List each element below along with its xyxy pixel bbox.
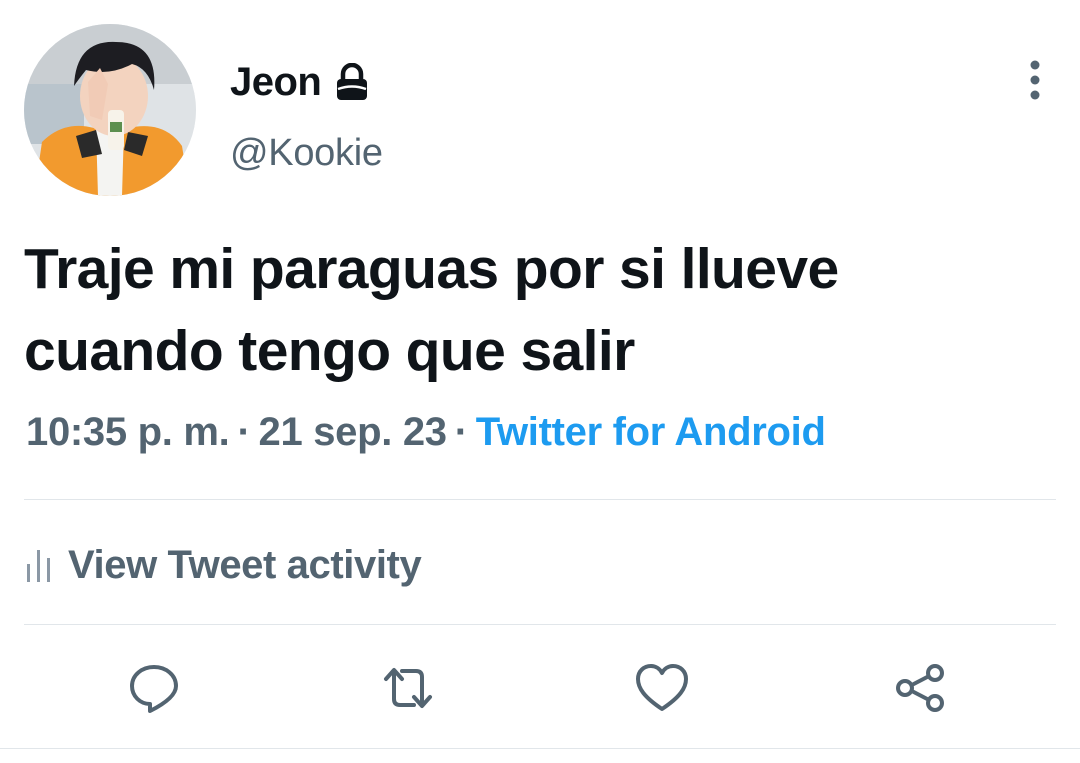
meta-separator: · bbox=[237, 410, 251, 454]
retweet-icon bbox=[384, 668, 432, 708]
more-vertical-icon bbox=[1030, 60, 1040, 100]
tweet-time[interactable]: 10:35 p. m. bbox=[26, 410, 230, 454]
heart-icon bbox=[636, 664, 688, 711]
avatar-photo bbox=[24, 24, 196, 196]
bar-chart-icon bbox=[27, 550, 50, 582]
meta-separator: · bbox=[454, 410, 468, 454]
avatar[interactable] bbox=[24, 24, 196, 196]
divider bbox=[24, 624, 1056, 625]
like-button[interactable] bbox=[632, 658, 692, 718]
share-icon bbox=[896, 664, 944, 712]
user-handle[interactable]: @Kookie bbox=[230, 132, 383, 175]
reply-button[interactable] bbox=[124, 658, 184, 718]
more-options-button[interactable] bbox=[1010, 52, 1060, 108]
tweet-metadata: 10:35 p. m. · 21 sep. 23 · Twitter for Andro… bbox=[26, 410, 826, 455]
display-name-row: Jeon bbox=[230, 54, 369, 110]
divider bbox=[0, 748, 1080, 749]
lock-icon bbox=[335, 63, 369, 101]
tweet-text-line-2: cuando tengo que salir bbox=[24, 319, 635, 383]
tweet-date[interactable]: 21 sep. 23 bbox=[259, 410, 448, 454]
retweet-button[interactable] bbox=[378, 658, 438, 718]
tweet-source-link[interactable]: Twitter for Android bbox=[476, 410, 826, 454]
view-tweet-activity-button[interactable]: View Tweet activity bbox=[26, 536, 422, 594]
tweet-text: Traje mi paraguas por si llueve cuando t… bbox=[24, 228, 1044, 392]
display-name[interactable]: Jeon bbox=[230, 60, 322, 105]
tweet-detail: Jeon @Kookie Traje mi paraguas por si ll… bbox=[0, 0, 1080, 763]
tweet-text-line-1: Traje mi paraguas por si llueve bbox=[24, 237, 839, 301]
view-tweet-activity-label: View Tweet activity bbox=[68, 542, 422, 587]
share-button[interactable] bbox=[890, 658, 950, 718]
reply-icon bbox=[130, 665, 178, 713]
divider bbox=[24, 499, 1056, 500]
